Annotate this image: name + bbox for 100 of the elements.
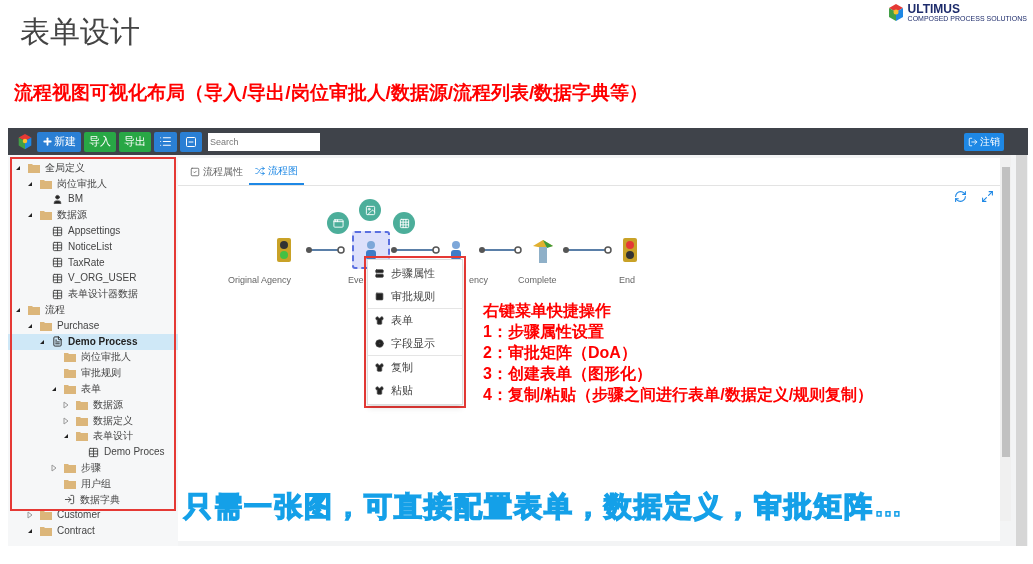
menu-item[interactable]: 字段显示 — [368, 332, 462, 355]
tree-item[interactable]: Purchase — [8, 317, 178, 334]
menu-item[interactable]: 复制 — [368, 356, 462, 379]
collapsed-arrow-icon[interactable] — [61, 415, 71, 426]
tree-item[interactable]: 表单设计器数据 — [8, 286, 178, 303]
footer-caption: 只需一张图，可直接配置表单，数据定义，审批矩阵… — [184, 490, 904, 524]
menu-item[interactable]: 步骤属性 — [368, 262, 462, 285]
tree-item[interactable]: Contract — [8, 523, 178, 540]
logout-button[interactable]: 注销 — [964, 132, 1004, 151]
tree-item[interactable]: 岗位审批人 — [8, 349, 178, 366]
tab[interactable]: 流程图 — [249, 158, 304, 185]
annotation-text: 3：创建表单（图形化） — [483, 364, 653, 384]
shirt-icon — [375, 316, 384, 325]
plus-icon — [42, 136, 53, 147]
tree-item[interactable]: V_ORG_USER — [8, 270, 178, 287]
tree-item[interactable]: 数据源 — [8, 207, 178, 224]
tree-item[interactable]: 用户组 — [8, 475, 178, 492]
sign-in-icon — [64, 494, 75, 506]
traffic-light-icon — [622, 237, 638, 263]
tree-item[interactable]: Appsettings — [8, 223, 178, 239]
icon-button[interactable] — [154, 131, 177, 152]
menu-item[interactable]: 粘贴 — [368, 379, 462, 402]
tree-item[interactable]: BM — [8, 191, 178, 208]
folder-icon — [64, 478, 76, 489]
tree-item[interactable]: Demo Process — [8, 333, 178, 350]
table-icon — [52, 225, 63, 237]
shuffle-icon — [255, 165, 265, 176]
tree-item[interactable]: 表单 — [8, 381, 178, 397]
user-icon — [52, 194, 63, 205]
refresh-icon[interactable] — [954, 190, 967, 203]
folder-icon — [40, 210, 52, 221]
collapse-icon — [185, 135, 197, 148]
search-field[interactable]: Search — [208, 132, 320, 151]
tree-item[interactable]: Demo Proces — [8, 444, 178, 461]
tree-item[interactable]: NoticeList — [8, 239, 178, 255]
annotation-text: 2：审批矩阵（DoA） — [483, 343, 638, 363]
table-icon — [52, 288, 63, 300]
tree-item[interactable]: 全局定义 — [8, 160, 178, 176]
table-icon — [52, 257, 63, 269]
annotation-text: 4：复制/粘贴（步骤之间进行表单/数据定义/规则复制） — [483, 385, 874, 405]
expand-icon[interactable] — [981, 190, 994, 203]
folder-icon — [64, 384, 76, 395]
app-logo-icon — [16, 132, 34, 151]
checkbox-icon — [190, 166, 200, 177]
connector-line — [478, 246, 522, 254]
shirt-icon — [375, 363, 384, 372]
tree-item[interactable]: 表单设计 — [8, 428, 178, 445]
tree-item[interactable]: 流程 — [8, 302, 178, 318]
folder-icon — [40, 320, 52, 331]
tree-item[interactable]: 岗位审批人 — [8, 175, 178, 192]
circle-icon — [375, 339, 384, 348]
menu-icon — [159, 135, 172, 148]
tree-item[interactable]: 数据定义 — [8, 412, 178, 429]
folder-icon — [76, 399, 88, 410]
annotation-text: 右键菜单快捷操作 — [483, 301, 612, 321]
folder-icon — [64, 463, 76, 474]
tab[interactable]: 流程属性 — [184, 158, 249, 185]
image-icon — [364, 204, 376, 216]
folder-icon — [40, 526, 52, 537]
scrollbar[interactable] — [1000, 155, 1011, 521]
shirt-icon — [375, 386, 384, 395]
person-icon — [364, 240, 378, 260]
tree-item[interactable]: 数据源 — [8, 396, 178, 413]
tree-item[interactable]: TaxRate — [8, 254, 178, 271]
person-icon — [449, 240, 463, 260]
collapsed-arrow-icon[interactable] — [25, 510, 35, 521]
square-icon — [375, 292, 384, 301]
connector-line — [305, 246, 345, 254]
annotation-text: 1：步骤属性设置 — [483, 322, 605, 342]
toolbar-button[interactable]: 新建 — [37, 131, 81, 152]
folder-icon — [40, 510, 52, 521]
connector-line — [390, 246, 440, 254]
connector-line — [562, 246, 612, 254]
step-label: Complete — [518, 274, 557, 287]
grid-icon — [398, 217, 410, 229]
menu-item[interactable]: 表单 — [368, 309, 462, 332]
folder-icon — [76, 415, 88, 426]
step-label: ency — [469, 274, 488, 287]
tree-item[interactable]: 步骤 — [8, 460, 178, 476]
folder-icon — [64, 368, 76, 379]
table-icon — [52, 241, 63, 253]
folder-icon — [28, 305, 40, 316]
collapsed-arrow-icon[interactable] — [61, 399, 71, 410]
tree-item[interactable]: 审批规则 — [8, 365, 178, 382]
collapsed-arrow-icon[interactable] — [49, 463, 59, 474]
icon-button[interactable] — [180, 131, 202, 152]
menu-item[interactable]: 审批规则 — [368, 285, 462, 308]
step-label: Original Agency — [228, 274, 292, 287]
step-label: End — [619, 274, 635, 287]
tree-item[interactable]: Customer — [8, 507, 178, 524]
table-icon — [88, 446, 99, 458]
tree-item[interactable]: 数据字典 — [8, 491, 178, 508]
folder-icon — [64, 352, 76, 363]
folder-icon — [28, 162, 40, 173]
slide-title: 表单设计 — [20, 14, 140, 50]
folder-icon — [40, 178, 52, 189]
sign-out-icon — [968, 136, 978, 147]
scrollbar[interactable] — [1016, 155, 1027, 546]
table-icon — [52, 272, 63, 284]
window-icon — [332, 217, 344, 229]
